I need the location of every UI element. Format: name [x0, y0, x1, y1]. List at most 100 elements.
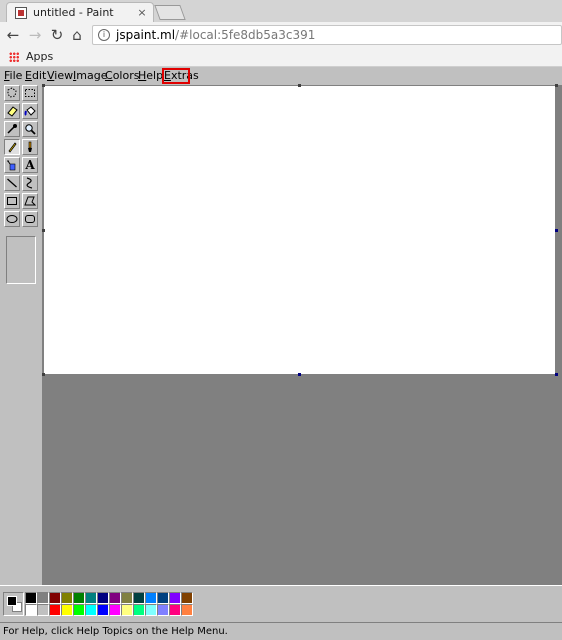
tool-select[interactable] — [22, 85, 38, 101]
palette-swatch[interactable] — [49, 592, 61, 604]
rounded-rectangle-icon — [25, 215, 35, 223]
curve-icon — [26, 177, 33, 189]
menu-image[interactable]: Image — [73, 69, 107, 82]
paint-menubar: File Edit View Image Colors Help Extras — [0, 67, 562, 85]
resize-handle-bottom-right[interactable] — [555, 373, 558, 376]
tool-options-panel[interactable] — [6, 236, 36, 284]
resize-handle-bottom-left — [42, 373, 45, 376]
tool-ellipse[interactable] — [4, 211, 20, 227]
url-path: /#local:5fe8db5a3c391 — [175, 28, 316, 42]
tool-text[interactable]: A — [22, 157, 38, 173]
eraser-icon — [7, 106, 18, 117]
tool-free-form-select[interactable] — [4, 85, 20, 101]
forward-arrow-icon[interactable]: → — [26, 26, 44, 44]
tool-magnifier[interactable] — [22, 121, 38, 137]
tool-fill-with-color[interactable] — [22, 103, 38, 119]
palette-swatch[interactable] — [133, 604, 145, 616]
palette-swatch[interactable] — [121, 604, 133, 616]
line-icon — [7, 178, 17, 188]
palette-swatch[interactable] — [133, 592, 145, 604]
palette-swatch[interactable] — [169, 592, 181, 604]
tool-eraser[interactable] — [4, 103, 20, 119]
text-icon: A — [25, 158, 35, 172]
palette-swatch[interactable] — [61, 592, 73, 604]
palette-swatch[interactable] — [145, 592, 157, 604]
url-host: jspaint.ml — [116, 28, 176, 42]
address-bar[interactable]: i jspaint.ml/#local:5fe8db5a3c391 — [92, 25, 562, 45]
menu-file[interactable]: File — [4, 69, 22, 82]
palette-swatch[interactable] — [121, 592, 133, 604]
palette-swatch[interactable] — [85, 604, 97, 616]
palette-swatch[interactable] — [73, 592, 85, 604]
polygon-icon — [24, 196, 36, 206]
fill-bucket-icon — [24, 106, 36, 116]
resize-handle-top-left — [42, 84, 45, 87]
palette-swatch[interactable] — [37, 592, 49, 604]
new-tab-button[interactable] — [154, 5, 186, 20]
status-bar: For Help, click Help Topics on the Help … — [0, 622, 562, 640]
free-form-select-icon — [7, 87, 17, 98]
tab-title: untitled - Paint — [33, 6, 114, 19]
tool-polygon[interactable] — [22, 193, 38, 209]
palette-swatch[interactable] — [181, 592, 193, 604]
browser-toolbar: ← → ↻ ⌂ i jspaint.ml/#local:5fe8db5a3c39… — [0, 22, 562, 48]
reload-icon[interactable]: ↻ — [48, 26, 66, 44]
palette-swatch[interactable] — [61, 604, 73, 616]
palette-swatch[interactable] — [97, 604, 109, 616]
rectangle-icon — [7, 197, 17, 205]
tool-line[interactable] — [4, 175, 20, 191]
home-icon[interactable]: ⌂ — [68, 26, 86, 44]
resize-handle-bottom[interactable] — [298, 373, 301, 376]
apps-grid-icon[interactable] — [9, 52, 19, 62]
tool-pick-color[interactable] — [4, 121, 20, 137]
palette-swatch[interactable] — [25, 592, 37, 604]
back-arrow-icon[interactable]: ← — [4, 26, 22, 44]
tool-airbrush[interactable] — [4, 157, 20, 173]
palette-swatch[interactable] — [157, 592, 169, 604]
palette-swatch[interactable] — [109, 604, 121, 616]
site-info-icon[interactable]: i — [98, 29, 110, 41]
tab-close-icon[interactable]: × — [135, 6, 149, 19]
eyedropper-icon — [7, 124, 17, 134]
resize-handle-top-right — [555, 84, 558, 87]
drawing-canvas[interactable] — [44, 86, 555, 374]
tool-rectangle[interactable] — [4, 193, 20, 209]
status-text: For Help, click Help Topics on the Help … — [3, 626, 228, 637]
brush-icon — [28, 141, 32, 152]
palette-swatch[interactable] — [145, 604, 157, 616]
palette-swatch[interactable] — [169, 604, 181, 616]
paint-favicon-icon — [15, 6, 27, 19]
resize-handle-top — [298, 84, 301, 87]
pencil-icon — [8, 142, 17, 153]
ellipse-icon — [6, 215, 18, 223]
browser-tab-strip: untitled - Paint × — [0, 0, 562, 22]
menu-help[interactable]: Help — [138, 69, 163, 82]
toolbox: A — [0, 85, 42, 585]
palette-swatch[interactable] — [37, 604, 49, 616]
tool-pencil[interactable] — [4, 139, 20, 155]
airbrush-icon — [7, 160, 16, 171]
apps-bookmark[interactable]: Apps — [26, 50, 53, 63]
foreground-color-swatch — [7, 596, 17, 606]
palette-swatch[interactable] — [25, 604, 37, 616]
rect-select-icon — [25, 89, 35, 97]
tool-brush[interactable] — [22, 139, 38, 155]
palette-swatch[interactable] — [85, 592, 97, 604]
extras-highlight-box — [162, 68, 190, 84]
palette-swatch[interactable] — [181, 604, 193, 616]
resize-handle-left — [42, 229, 45, 232]
menu-edit[interactable]: Edit — [25, 69, 46, 82]
magnifier-icon — [25, 124, 36, 135]
resize-handle-right[interactable] — [555, 229, 558, 232]
palette-swatch[interactable] — [73, 604, 85, 616]
tool-rounded-rectangle[interactable] — [22, 211, 38, 227]
palette-swatch[interactable] — [157, 604, 169, 616]
menu-view[interactable]: View — [47, 69, 73, 82]
palette-swatch[interactable] — [109, 592, 121, 604]
palette-swatch[interactable] — [97, 592, 109, 604]
browser-tab[interactable]: untitled - Paint × — [6, 2, 154, 22]
bookmarks-bar: Apps — [0, 48, 562, 67]
palette-swatch[interactable] — [49, 604, 61, 616]
tool-curve[interactable] — [22, 175, 38, 191]
menu-colors[interactable]: Colors — [105, 69, 139, 82]
